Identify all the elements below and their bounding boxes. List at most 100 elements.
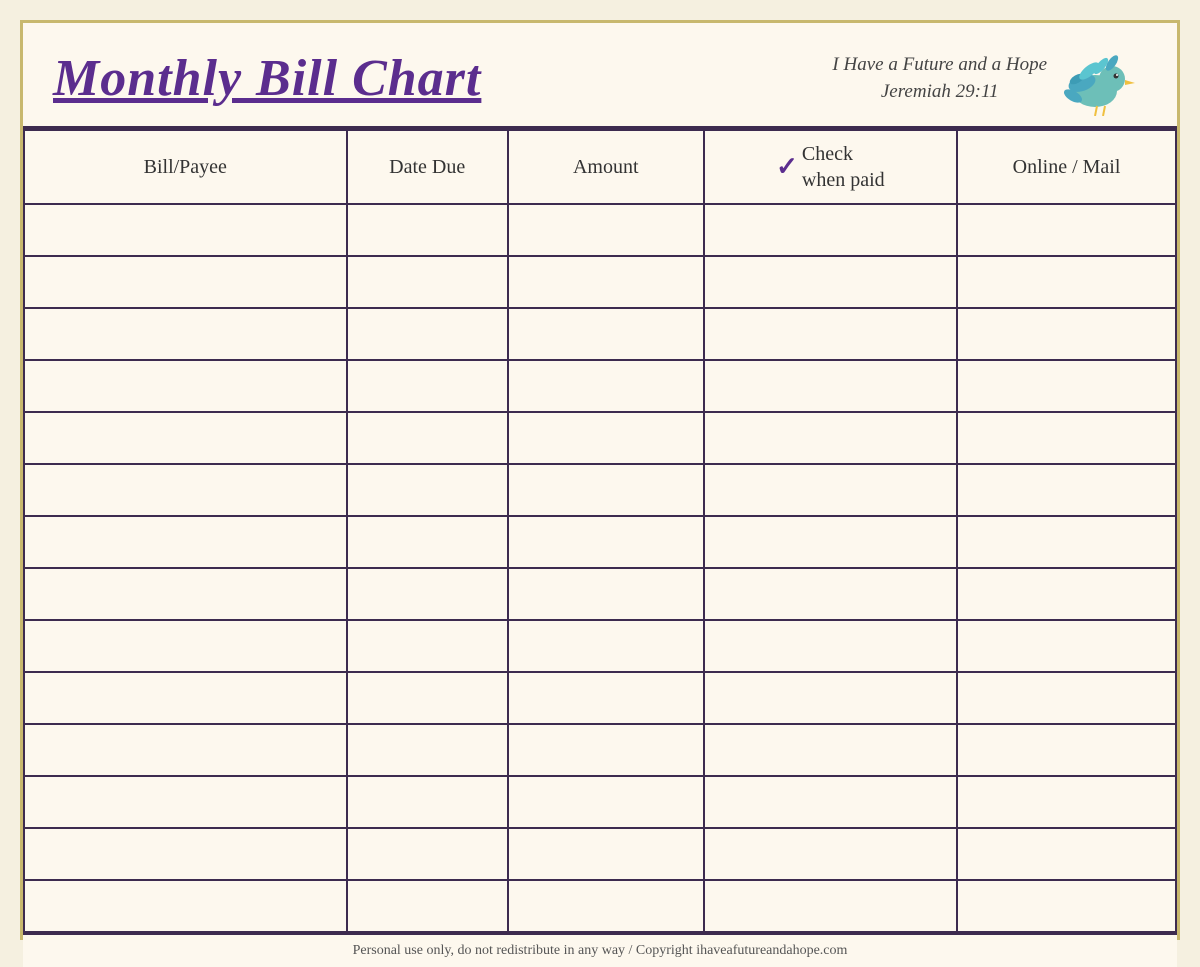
table-cell	[508, 308, 704, 360]
table-cell	[957, 828, 1176, 880]
table-cell	[957, 308, 1176, 360]
table-row	[24, 256, 1176, 308]
table-cell	[24, 308, 347, 360]
checkmark-icon: ✓	[776, 154, 798, 180]
table-cell	[508, 828, 704, 880]
table-row	[24, 672, 1176, 724]
table-cell	[347, 620, 508, 672]
col-header-amount: Amount	[508, 130, 704, 204]
table-cell	[957, 620, 1176, 672]
table-cell	[24, 568, 347, 620]
table-cell	[704, 412, 957, 464]
table-cell	[704, 568, 957, 620]
header-right: I Have a Future and a Hope Jeremiah 29:1…	[832, 41, 1147, 116]
table-cell	[704, 308, 957, 360]
table-row	[24, 620, 1176, 672]
table-cell	[347, 360, 508, 412]
table-cell	[347, 308, 508, 360]
table-cell	[508, 568, 704, 620]
subtitle: I Have a Future and a Hope Jeremiah 29:1…	[832, 52, 1047, 105]
col-header-bill: Bill/Payee	[24, 130, 347, 204]
table-cell	[957, 256, 1176, 308]
page-title: Monthly Bill Chart	[53, 49, 481, 108]
table-cell	[957, 412, 1176, 464]
table-cell	[704, 724, 957, 776]
table-cell	[24, 412, 347, 464]
bill-table: Bill/Payee Date Due Amount ✓ Check w	[23, 129, 1177, 933]
table-cell	[508, 672, 704, 724]
table-row	[24, 360, 1176, 412]
table-cell	[957, 880, 1176, 932]
table-cell	[508, 776, 704, 828]
table-cell	[347, 204, 508, 256]
page-container: Monthly Bill Chart I Have a Future and a…	[20, 20, 1180, 940]
table-cell	[704, 828, 957, 880]
table-cell	[24, 828, 347, 880]
table-cell	[957, 360, 1176, 412]
table-cell	[508, 256, 704, 308]
table-cell	[508, 412, 704, 464]
table-cell	[24, 880, 347, 932]
table-row	[24, 464, 1176, 516]
table-cell	[24, 672, 347, 724]
table-row	[24, 516, 1176, 568]
table-cell	[957, 776, 1176, 828]
table-cell	[957, 516, 1176, 568]
footer: Personal use only, do not redistribute i…	[23, 933, 1177, 967]
table-cell	[24, 256, 347, 308]
table-cell	[704, 776, 957, 828]
table-cell	[347, 880, 508, 932]
table-cell	[347, 256, 508, 308]
table-cell	[508, 516, 704, 568]
table-cell	[347, 724, 508, 776]
table-cell	[957, 724, 1176, 776]
table-cell	[24, 776, 347, 828]
table-row	[24, 828, 1176, 880]
table-row	[24, 880, 1176, 932]
table-row	[24, 308, 1176, 360]
table-cell	[508, 204, 704, 256]
table-header-row: Bill/Payee Date Due Amount ✓ Check w	[24, 130, 1176, 204]
table-cell	[957, 464, 1176, 516]
table-cell	[704, 620, 957, 672]
table-cell	[704, 880, 957, 932]
bird-icon	[1057, 41, 1147, 116]
table-cell	[704, 464, 957, 516]
table-cell	[704, 516, 957, 568]
table-cell	[704, 204, 957, 256]
table-row	[24, 776, 1176, 828]
table-cell	[508, 880, 704, 932]
table-cell	[347, 412, 508, 464]
table-cell	[508, 724, 704, 776]
table-cell	[347, 828, 508, 880]
table-cell	[24, 204, 347, 256]
table-cell	[957, 568, 1176, 620]
table-row	[24, 412, 1176, 464]
table-cell	[24, 464, 347, 516]
table-row	[24, 724, 1176, 776]
table-cell	[957, 204, 1176, 256]
table-cell	[347, 672, 508, 724]
table-cell	[24, 620, 347, 672]
table-cell	[957, 672, 1176, 724]
table-cell	[347, 776, 508, 828]
col-header-check: ✓ Check when paid	[704, 130, 957, 204]
table-cell	[24, 360, 347, 412]
table-cell	[347, 568, 508, 620]
table-cell	[24, 724, 347, 776]
table-body	[24, 204, 1176, 932]
table-cell	[347, 516, 508, 568]
table-row	[24, 204, 1176, 256]
header: Monthly Bill Chart I Have a Future and a…	[23, 23, 1177, 129]
table-cell	[704, 256, 957, 308]
table-cell	[704, 672, 957, 724]
table-cell	[347, 464, 508, 516]
table-row	[24, 568, 1176, 620]
table-container: Bill/Payee Date Due Amount ✓ Check w	[23, 129, 1177, 933]
table-cell	[704, 360, 957, 412]
col-header-online: Online / Mail	[957, 130, 1176, 204]
table-cell	[508, 360, 704, 412]
table-cell	[508, 620, 704, 672]
table-cell	[508, 464, 704, 516]
table-cell	[24, 516, 347, 568]
